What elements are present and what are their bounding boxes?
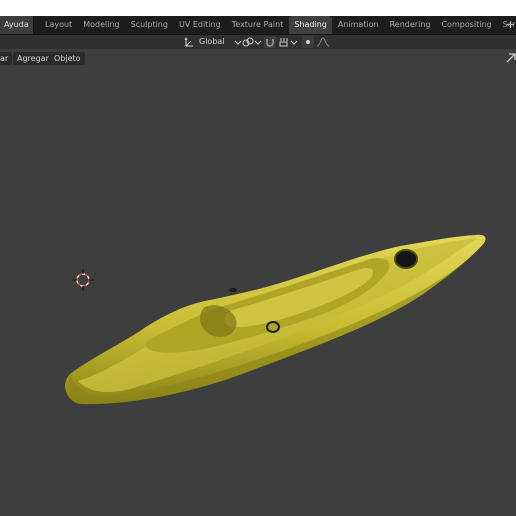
proportional-edit-icon: [306, 40, 310, 44]
tab-animation[interactable]: Animation: [333, 16, 384, 34]
snap-target-dropdown[interactable]: [278, 36, 298, 48]
tab-uv-editing[interactable]: UV Editing: [174, 16, 226, 34]
transform-orientation-icon: [184, 36, 193, 47]
snap-target-icon: [279, 38, 288, 47]
proportional-edit-toggle[interactable]: [302, 36, 314, 48]
workspace-bar: Ayuda Layout Modeling Sculpting UV Editi…: [0, 16, 516, 35]
blender-window: Ayuda Layout Modeling Sculpting UV Editi…: [0, 0, 516, 516]
kayak-model[interactable]: [0, 49, 516, 516]
falloff-dropdown[interactable]: [316, 36, 330, 48]
tab-layout[interactable]: Layout: [40, 16, 77, 34]
add-workspace-button[interactable]: +: [506, 16, 516, 34]
falloff-curve-icon: [316, 37, 330, 47]
snap-toggle[interactable]: [264, 36, 276, 48]
3d-viewport[interactable]: ar Agregar Objeto: [0, 49, 516, 516]
ring-small-icon: [229, 288, 237, 292]
tab-modeling[interactable]: Modeling: [78, 16, 124, 34]
snap-magnet-icon: [266, 39, 274, 47]
tab-compositing[interactable]: Compositing: [436, 16, 496, 34]
orientation-label: Global: [199, 37, 225, 46]
chevron-down-icon: [254, 40, 262, 45]
viewport-header: Global: [0, 35, 516, 49]
workspace-tabs: Layout Modeling Sculpting UV Editing Tex…: [40, 16, 516, 34]
tab-sculpting[interactable]: Sculpting: [126, 16, 173, 34]
pivot-chain-icon: [242, 37, 254, 47]
chevron-down-icon: [290, 40, 298, 45]
help-menu[interactable]: Ayuda: [0, 16, 34, 34]
tab-rendering[interactable]: Rendering: [385, 16, 436, 34]
transform-orientation-dropdown[interactable]: Global: [184, 36, 243, 48]
pivot-point-dropdown[interactable]: [242, 36, 262, 48]
tab-texture-paint[interactable]: Texture Paint: [227, 16, 289, 34]
tab-shading[interactable]: Shading: [289, 16, 332, 34]
hatch-icon: [394, 249, 418, 269]
